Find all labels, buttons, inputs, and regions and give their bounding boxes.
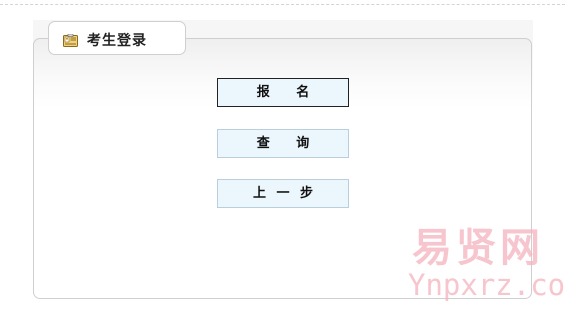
panel-title: 考生登录 — [87, 33, 147, 49]
page: 考生登录 报 名 查 询 上 一 步 易贤网 Ynpxrz.com — [0, 0, 565, 310]
query-button[interactable]: 查 询 — [217, 129, 349, 158]
id-card-icon — [63, 32, 78, 47]
top-dashed-divider — [0, 4, 565, 5]
register-button[interactable]: 报 名 — [217, 78, 349, 107]
panel-title-tab: 考生登录 — [48, 21, 186, 55]
back-button[interactable]: 上 一 步 — [217, 179, 349, 208]
